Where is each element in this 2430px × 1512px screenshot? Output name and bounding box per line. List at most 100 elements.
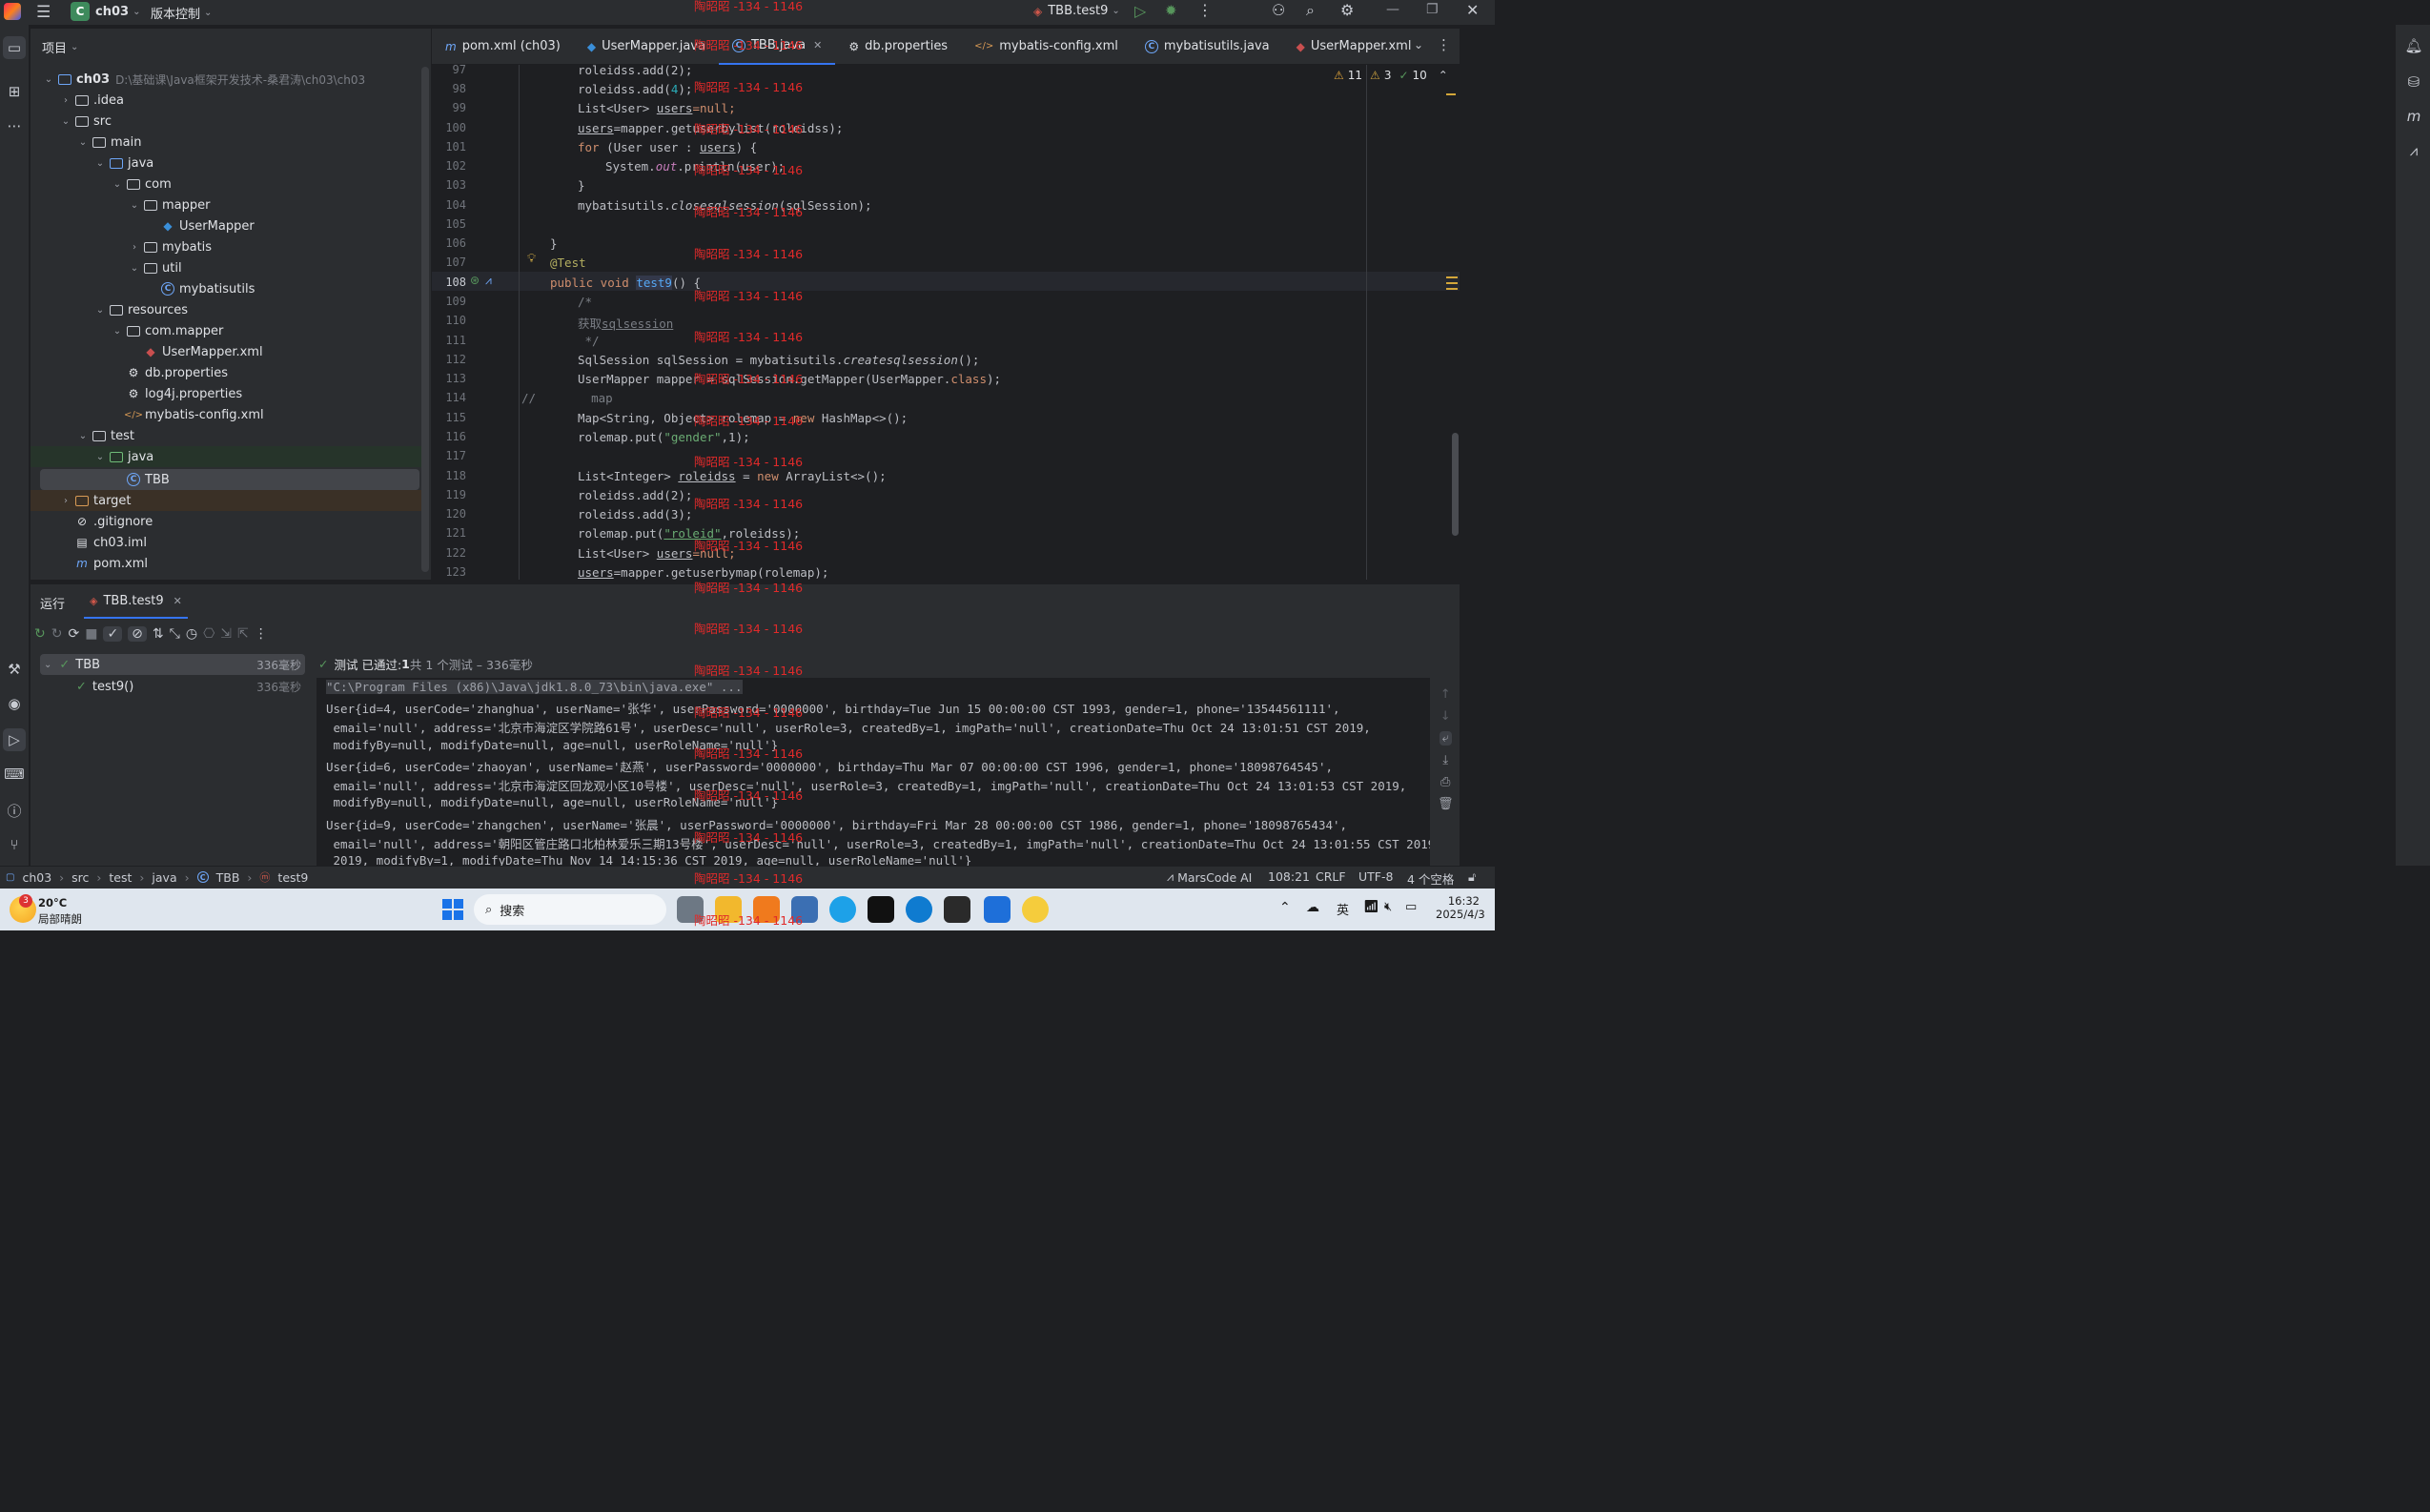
tree-item-util[interactable]: ⌄ util <box>31 257 421 278</box>
tree-item-log4j-properties[interactable]: ⚙ log4j.properties <box>31 383 421 404</box>
tree-item-com-mapper[interactable]: ⌄ com.mapper <box>31 320 421 341</box>
code-editor[interactable]: ⚠11 ⚠3 ✓10 ⌃ ⌄ 97 98 99 100 101 102 103 … <box>432 65 1460 580</box>
breadcrumb-item[interactable]: test9 <box>277 870 308 885</box>
build-tool-icon[interactable]: ⚒ <box>3 658 26 681</box>
ime-indicator[interactable]: 英 <box>1337 900 1349 918</box>
caret-position[interactable]: 108:21 <box>1268 869 1310 884</box>
tree-item-db-properties[interactable]: ⚙ db.properties <box>31 362 421 383</box>
breadcrumb-item[interactable]: src <box>71 870 89 885</box>
start-button[interactable] <box>442 899 463 920</box>
chevron-up-icon[interactable]: ⌃ <box>1439 69 1448 82</box>
close-icon[interactable]: ✕ <box>1466 1 1479 19</box>
search-icon[interactable]: ⌕ <box>1306 1 1315 20</box>
minimize-icon[interactable]: — <box>1386 2 1399 17</box>
project-tool-icon[interactable]: ▭ <box>3 36 26 59</box>
tree-item-mapper[interactable]: ⌄ mapper <box>31 194 421 215</box>
marscode-icon[interactable]: ⩘ <box>2402 139 2425 162</box>
more-actions-icon[interactable]: ⋮ <box>1197 1 1213 19</box>
sort-alpha-icon[interactable]: ⇅ <box>153 626 164 642</box>
tree-item-test-java[interactable]: ⌄ java <box>31 446 421 467</box>
import-tests-icon[interactable]: ⇲ <box>220 626 232 642</box>
qq-icon[interactable] <box>1022 896 1049 923</box>
test-tree-item-test9[interactable]: ✓ test9() 336毫秒 <box>40 676 305 697</box>
battery-icon[interactable]: ▭ <box>1405 900 1417 914</box>
close-tab-icon[interactable]: ✕ <box>174 595 182 607</box>
project-panel-header[interactable]: 项目 ⌄ <box>31 29 431 65</box>
tab-list-chevron-icon[interactable]: ⌄ <box>1414 38 1423 51</box>
clear-icon[interactable]: 🗑︎ <box>1438 797 1454 811</box>
scroll-down-icon[interactable]: ↓ <box>1440 709 1451 724</box>
error-stripe-mark[interactable] <box>1446 288 1458 290</box>
show-ignored-icon[interactable]: ⊘ <box>128 626 147 642</box>
intellij-taskbar-icon[interactable] <box>868 896 894 923</box>
show-passed-icon[interactable]: ✓ <box>103 626 123 642</box>
volume-icon[interactable]: 🔇︎ <box>1384 900 1392 914</box>
toggle-auto-test-icon[interactable]: ⟳ <box>68 626 79 642</box>
more-actions-icon[interactable]: ⋮ <box>255 626 268 642</box>
edge-browser-icon[interactable] <box>906 896 932 923</box>
tab-mybatisutils-java[interactable]: Cmybatisutils.java <box>1132 29 1283 65</box>
git-tool-icon[interactable]: ⑂ <box>3 833 26 856</box>
breadcrumb-item[interactable]: test <box>109 870 132 885</box>
editor-scrollbar[interactable] <box>1452 433 1459 536</box>
error-stripe-mark[interactable] <box>1446 93 1456 95</box>
debug-icon[interactable]: ✹ <box>1165 2 1177 19</box>
tree-item-idea[interactable]: › .idea <box>31 90 421 111</box>
database-icon[interactable]: ⛁ <box>2402 71 2425 93</box>
restore-icon[interactable]: ❐ <box>1426 2 1439 17</box>
scroll-to-end-icon[interactable]: ⤓ <box>1442 753 1448 767</box>
tree-item-ch03[interactable]: ⌄ ch03 D:\基础课\Java框架开发技术-桑君涛\ch03\ch03 <box>31 69 421 90</box>
close-tab-icon[interactable]: ✕ <box>813 39 822 51</box>
tab-usermapper-xml[interactable]: ◆ UserMapper.xml <box>1283 29 1425 65</box>
structure-tool-icon[interactable]: ⊞ <box>3 80 26 103</box>
tree-item-ch03-iml[interactable]: ▤ ch03.iml <box>31 532 421 553</box>
more-tools-icon[interactable]: ⋯ <box>3 114 26 137</box>
tree-item-pom[interactable]: m pom.xml <box>31 553 421 574</box>
maven-icon[interactable]: m <box>2402 105 2425 128</box>
marscode-gutter-icon[interactable]: ⩘ <box>485 274 492 288</box>
chevron-up-icon[interactable]: ⌃ <box>1279 900 1291 915</box>
taskbar-search[interactable]: ⌕ 搜索 <box>474 894 666 925</box>
marscode-status[interactable]: ⩘ MarsCode AI <box>1167 869 1252 885</box>
tab-mybatis-config[interactable]: </> mybatis-config.xml <box>961 29 1132 65</box>
tree-item-usermapper-xml[interactable]: ◆ UserMapper.xml <box>31 341 421 362</box>
line-separator[interactable]: CRLF <box>1316 869 1346 884</box>
test-tree-item-tbb[interactable]: ⌄ ✓ TBB 336毫秒 <box>40 654 305 675</box>
console-output[interactable]: "C:\Program Files (x86)\Java\jdk1.8.0_73… <box>317 678 1430 867</box>
project-switcher[interactable]: C ch03 ⌄ <box>71 2 140 21</box>
run-tool-icon[interactable]: ▷ <box>3 728 26 751</box>
tree-item-mybatis-config[interactable]: </> mybatis-config.xml <box>31 404 421 425</box>
indent-setting[interactable]: 4 个空格 <box>1407 869 1454 888</box>
tree-item-gitignore[interactable]: ⊘ .gitignore <box>31 511 421 532</box>
tree-item-usermapper[interactable]: ◆ UserMapper <box>31 215 421 236</box>
inspection-widget[interactable]: ⚠11 ⚠3 ✓10 ⌃ ⌄ <box>1334 69 1460 82</box>
terminal-icon[interactable] <box>944 896 970 923</box>
history-icon[interactable]: ◷ <box>186 626 197 642</box>
edge-icon[interactable] <box>829 896 856 923</box>
problems-tool-icon[interactable]: ⓘ <box>3 799 26 822</box>
read-only-lock-icon[interactable]: 🔓︎ <box>1468 869 1476 885</box>
tree-item-com[interactable]: ⌄ com <box>31 174 421 194</box>
tree-item-src[interactable]: ⌄ src <box>31 111 421 132</box>
screenshot-icon[interactable]: ⎔ <box>203 626 214 642</box>
intention-bulb-icon[interactable]: 💡︎ <box>527 252 536 266</box>
file-encoding[interactable]: UTF-8 <box>1358 869 1393 884</box>
breadcrumb-item[interactable]: TBB <box>216 870 240 885</box>
rerun-failed-icon[interactable]: ↻ <box>51 626 63 642</box>
settings-icon[interactable]: ⚙ <box>1340 1 1354 19</box>
rerun-icon[interactable]: ↻ <box>34 626 46 642</box>
tree-item-java[interactable]: ⌄ java <box>31 153 421 174</box>
breadcrumb-item[interactable]: java <box>152 870 176 885</box>
code-with-me-icon[interactable]: ⚇ <box>1272 1 1285 19</box>
clock[interactable]: 16:32 2025/4/3 <box>1436 894 1485 921</box>
onedrive-icon[interactable]: ☁ <box>1306 900 1319 915</box>
run-icon[interactable]: ▷ <box>1134 2 1146 20</box>
tree-item-tbb[interactable]: C TBB <box>40 469 419 490</box>
tab-db-properties[interactable]: ⚙ db.properties <box>835 29 961 65</box>
vcs-menu[interactable]: 版本控制 ⌄ <box>151 4 212 22</box>
tab-pom-xml[interactable]: m pom.xml (ch03) <box>432 29 574 65</box>
run-test-gutter-icon[interactable]: ⊛ <box>470 274 480 287</box>
tree-item-resources[interactable]: ⌄ resources <box>31 299 421 320</box>
sort-duration-icon[interactable]: ⤡ <box>170 626 180 642</box>
soft-wrap-icon[interactable]: ⤶ <box>1439 731 1452 746</box>
